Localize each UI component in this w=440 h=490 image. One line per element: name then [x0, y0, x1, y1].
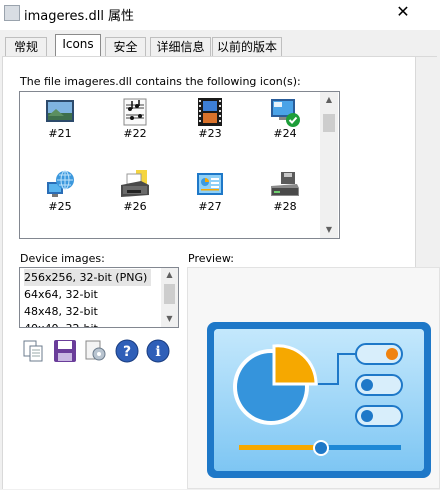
- icon-label: #22: [123, 127, 147, 140]
- scroll-thumb[interactable]: [164, 284, 175, 304]
- preview-pane: [187, 267, 440, 489]
- device-images-list[interactable]: 256x256, 32-bit (PNG) 64x64, 32-bit 48x4…: [19, 267, 179, 328]
- drive-icon: [271, 172, 299, 196]
- picture-icon: [46, 100, 74, 122]
- help-icon[interactable]: ?: [114, 338, 140, 364]
- icon-list-scrollbar[interactable]: ▲ ▼: [320, 92, 338, 238]
- icon-list[interactable]: #21 #22 #23 #24 #25 #26 #27 #28: [19, 91, 340, 239]
- list-item[interactable]: 64x64, 32-bit: [24, 286, 98, 303]
- info-icon[interactable]: i: [145, 338, 171, 364]
- scroll-down-icon[interactable]: ▼: [161, 312, 178, 326]
- icon-label: #28: [273, 200, 297, 213]
- tab-details[interactable]: 详细信息: [150, 37, 211, 56]
- scroll-up-icon[interactable]: ▲: [320, 92, 338, 108]
- icon-item-28[interactable]: #28: [255, 167, 315, 227]
- window-edge: [415, 57, 440, 267]
- icon-label: #21: [48, 127, 72, 140]
- window-title: imageres.dll 属性: [24, 9, 135, 24]
- control-panel-icon: [197, 173, 223, 195]
- film-strip-icon: [198, 98, 222, 126]
- info-glyph: i: [155, 344, 160, 360]
- icon-item-22[interactable]: #22: [105, 94, 165, 154]
- icon-label: #24: [273, 127, 297, 140]
- device-images-label: Device images:: [20, 252, 105, 265]
- icon-label: #27: [198, 200, 222, 213]
- save-icon[interactable]: [52, 338, 78, 364]
- file-properties-icon: [4, 5, 20, 21]
- music-sheet-icon: [123, 98, 147, 126]
- control-panel-preview-icon: [207, 322, 431, 478]
- scroll-up-icon[interactable]: ▲: [161, 268, 178, 282]
- scroll-thumb[interactable]: [323, 114, 335, 132]
- icon-item-25[interactable]: #25: [30, 167, 90, 227]
- tab-icons[interactable]: Icons: [55, 34, 101, 58]
- preview-label: Preview:: [188, 252, 234, 265]
- list-item[interactable]: 48x48, 32-bit: [24, 303, 98, 320]
- icon-label: #26: [123, 200, 147, 213]
- list-item[interactable]: 256x256, 32-bit (PNG): [24, 269, 152, 286]
- tab-security[interactable]: 安全: [105, 37, 146, 56]
- icon-item-27[interactable]: #27: [180, 167, 240, 227]
- close-button[interactable]: ✕: [388, 0, 418, 26]
- device-list-scrollbar[interactable]: ▲ ▼: [161, 268, 178, 327]
- export-icon[interactable]: [83, 338, 109, 364]
- icon-label: #23: [198, 127, 222, 140]
- icon-item-24[interactable]: #24: [255, 94, 315, 154]
- copy-icon[interactable]: [21, 338, 47, 364]
- icon-item-26[interactable]: #26: [105, 167, 165, 227]
- icon-item-23[interactable]: #23: [180, 94, 240, 154]
- tab-general[interactable]: 常规: [5, 37, 47, 56]
- monitor-check-icon: [271, 99, 300, 127]
- network-globe-icon: [47, 170, 74, 197]
- tab-previous-versions[interactable]: 以前的版本: [212, 37, 282, 56]
- help-glyph: ?: [123, 344, 131, 360]
- scroll-down-icon[interactable]: ▼: [320, 222, 338, 238]
- icons-header: The file imageres.dll contains the follo…: [20, 75, 301, 88]
- list-item[interactable]: 40x40, 32-bit: [24, 320, 98, 327]
- printer-icon: [121, 170, 149, 197]
- icon-item-21[interactable]: #21: [30, 94, 90, 154]
- icon-label: #25: [48, 200, 72, 213]
